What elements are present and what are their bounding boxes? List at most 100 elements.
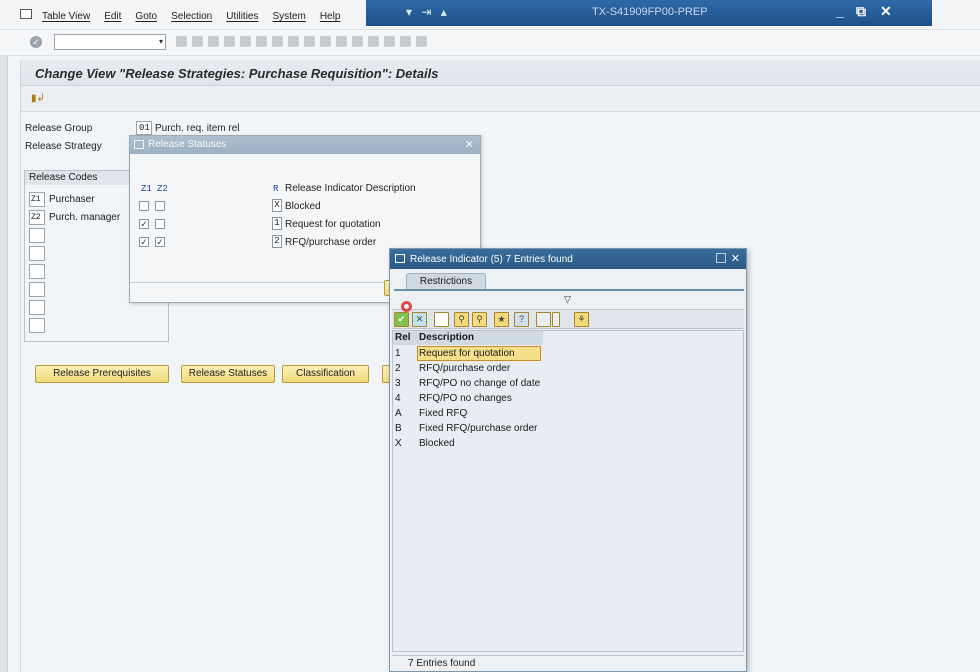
classification-button[interactable]: Classification (282, 365, 369, 383)
release-indicator-box[interactable]: 2 (272, 235, 282, 248)
mouse-cursor-indicator (401, 301, 412, 312)
ok-check-icon[interactable]: ✓ (30, 36, 42, 48)
new-icon[interactable] (434, 312, 449, 327)
menu-help[interactable]: Help (320, 11, 341, 22)
release-code-name: Purchaser (49, 194, 95, 205)
status-z1-checkbox[interactable] (139, 201, 149, 211)
result-list-grid: Rel Description 1 Request for quotation … (392, 330, 744, 652)
exit-icon[interactable] (224, 36, 235, 47)
table-row[interactable]: A Fixed RFQ (393, 406, 543, 421)
release-code-box[interactable]: Z1 (29, 192, 45, 207)
status-z1-checkbox[interactable]: ✓ (139, 219, 149, 229)
table-row[interactable]: B Fixed RFQ/purchase order (393, 421, 543, 436)
row-description: Fixed RFQ/purchase order (419, 423, 538, 434)
table-row[interactable]: 3 RFQ/PO no change of date (393, 376, 543, 391)
application-toolbar: ▮↲ (21, 86, 980, 112)
column-z2-header: Z2 (157, 184, 168, 194)
page-title: Change View "Release Strategies: Purchas… (35, 66, 439, 81)
release-indicator-title-bar: Release Indicator (5) 7 Entries found ✕ (390, 249, 746, 269)
back-icon[interactable] (176, 36, 187, 47)
row-description: RFQ/PO no changes (419, 393, 512, 404)
delete-icon[interactable]: ✕ (412, 312, 427, 327)
row-rel: 1 (395, 348, 401, 359)
menu-table-view[interactable]: Table View (42, 11, 90, 22)
window-title-bar: ▾ ⇥ ▴ TX-S41909FP00-PREP _ ⧉ ✕ (366, 0, 932, 26)
close-icon[interactable]: ✕ (465, 138, 474, 151)
table-row[interactable]: 4 RFQ/PO no changes (393, 391, 543, 406)
first-page-icon[interactable] (304, 36, 315, 47)
release-group-code[interactable]: 01 (136, 121, 152, 135)
menu-window-icon[interactable] (20, 9, 32, 19)
print-icon[interactable] (256, 36, 267, 47)
check-icon[interactable]: ✔ (394, 312, 409, 327)
back-nav-icon[interactable] (208, 36, 219, 47)
print-icon[interactable] (536, 312, 551, 327)
dialog-window-icon (395, 254, 405, 263)
release-code-box[interactable] (29, 228, 45, 243)
shortcut-icon[interactable] (384, 36, 395, 47)
release-indicator-box[interactable]: 1 (272, 217, 282, 230)
layout-icon[interactable] (416, 36, 427, 47)
save-icon[interactable] (192, 36, 203, 47)
release-indicator-title: Release Indicator (5) 7 Entries found (410, 254, 573, 265)
release-prerequisites-button[interactable]: Release Prerequisites (35, 365, 169, 383)
release-code-box[interactable] (29, 300, 45, 315)
status-z2-checkbox[interactable] (155, 219, 165, 229)
last-page-icon[interactable] (352, 36, 363, 47)
page-header: Change View "Release Strategies: Purchas… (21, 60, 980, 86)
release-statuses-button[interactable]: Release Statuses (181, 365, 275, 383)
release-indicator-desc: Request for quotation (285, 219, 381, 230)
column-description-header[interactable]: Description (419, 332, 474, 343)
standard-toolbar: ✓ ▾ (0, 30, 980, 56)
display-change-icon[interactable]: ▮↲ (31, 93, 45, 105)
release-group-label: Release Group (25, 123, 93, 134)
command-field[interactable]: ▾ (54, 34, 166, 50)
release-code-box[interactable] (29, 282, 45, 297)
release-code-box[interactable] (29, 318, 45, 333)
toolbar-icons (176, 36, 427, 47)
find-icon[interactable]: ⚲ (454, 312, 469, 327)
release-code-box[interactable] (29, 246, 45, 261)
status-z1-checkbox[interactable]: ✓ (139, 237, 149, 247)
new-session-icon[interactable] (368, 36, 379, 47)
row-rel: B (395, 423, 402, 434)
table-row[interactable]: 1 Request for quotation (393, 346, 543, 361)
close-icon[interactable]: ✕ (731, 252, 740, 265)
maximize-icon[interactable] (716, 253, 726, 263)
next-page-icon[interactable] (336, 36, 347, 47)
find-next-icon[interactable]: ⚲ (472, 312, 487, 327)
favorites-icon[interactable]: ★ (494, 312, 509, 327)
cancel-icon[interactable] (240, 36, 251, 47)
find-icon[interactable] (272, 36, 283, 47)
release-indicator-box[interactable]: X (272, 199, 282, 212)
help-icon[interactable] (400, 36, 411, 47)
command-dropdown-icon[interactable]: ▾ (159, 37, 163, 46)
help-icon[interactable]: ? (514, 312, 529, 327)
release-code-box[interactable] (29, 264, 45, 279)
menu-utilities[interactable]: Utilities (226, 11, 258, 22)
tree-icon[interactable]: ⚘ (574, 312, 589, 327)
title-bar-glyphs[interactable]: ▾ ⇥ ▴ (406, 5, 450, 19)
menu-items: Table View Edit Goto Selection Utilities… (42, 11, 354, 22)
menu-edit[interactable]: Edit (104, 11, 121, 22)
menu-selection[interactable]: Selection (171, 11, 212, 22)
dropdown-icon[interactable] (552, 312, 560, 327)
column-z1-header: Z1 (141, 184, 152, 194)
table-row[interactable]: 2 RFQ/purchase order (393, 361, 543, 376)
sort-down-icon[interactable]: ▽ (564, 294, 571, 305)
row-description: Blocked (419, 438, 455, 449)
release-indicator-desc: RFQ/purchase order (285, 237, 377, 248)
restore-button[interactable]: ⧉ (856, 3, 866, 20)
find-next-icon[interactable] (288, 36, 299, 47)
menu-goto[interactable]: Goto (135, 11, 157, 22)
column-rel-header[interactable]: Rel (395, 332, 411, 343)
release-code-box[interactable]: Z2 (29, 210, 45, 225)
status-z2-checkbox[interactable] (155, 201, 165, 211)
status-z2-checkbox[interactable]: ✓ (155, 237, 165, 247)
minimize-button[interactable]: _ (836, 3, 844, 19)
prev-page-icon[interactable] (320, 36, 331, 47)
table-row[interactable]: X Blocked (393, 436, 543, 451)
menu-system[interactable]: System (272, 11, 305, 22)
close-window-button[interactable]: ✕ (880, 3, 892, 20)
release-indicator-desc: Blocked (285, 201, 321, 212)
